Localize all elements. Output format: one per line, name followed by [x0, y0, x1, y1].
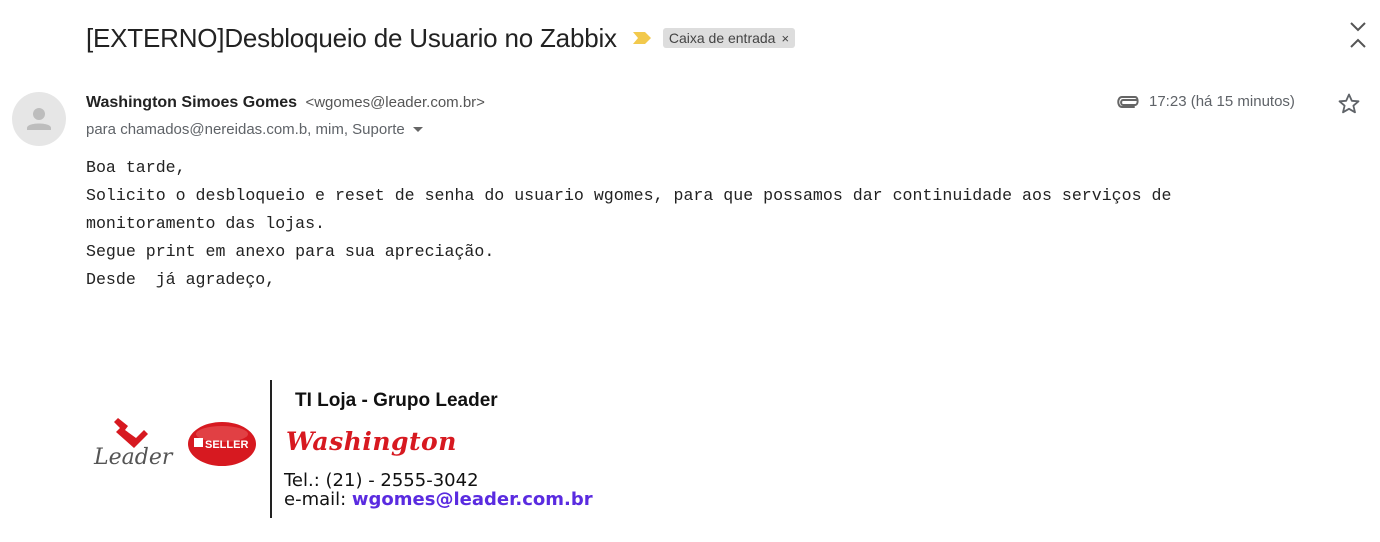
inbox-label-text: Caixa de entrada: [668, 30, 776, 46]
recipients-row[interactable]: para chamados@nereidas.com.b, mim, Supor…: [86, 121, 423, 138]
svg-text:Leader: Leader: [93, 445, 174, 470]
signature-title: TI Loja - Grupo Leader: [295, 390, 498, 411]
recipients-text: para chamados@nereidas.com.b, mim, Supor…: [86, 121, 405, 138]
paperclip-icon: [1117, 95, 1139, 108]
subject-row: [EXTERNO]Desbloqueio de Usuario no Zabbi…: [86, 18, 796, 58]
inbox-label-chip[interactable]: Caixa de entrada ×: [662, 28, 796, 48]
remove-label-icon[interactable]: ×: [781, 31, 789, 46]
body-line: Segue print em anexo para sua apreciação…: [86, 242, 495, 261]
email-subject: [EXTERNO]Desbloqueio de Usuario no Zabbi…: [86, 22, 617, 53]
signature-email-label: e-mail:: [284, 489, 352, 510]
sender-row: Washington Simoes Gomes <wgomes@leader.c…: [86, 94, 485, 112]
leader-logo: Leader: [93, 418, 174, 470]
body-line: Boa tarde,: [86, 158, 186, 177]
expand-collapse-icon[interactable]: [1347, 20, 1369, 50]
signature-email-link[interactable]: wgomes@leader.com.br: [352, 489, 593, 510]
sender-name[interactable]: Washington Simoes Gomes: [86, 94, 297, 111]
signature-name: Washington: [286, 427, 457, 456]
email-body: Boa tarde, Solicito o desbloqueio e reset…: [86, 154, 1171, 294]
email-signature: Leader SELLER TI Loja - Grupo Leader Was…: [86, 378, 686, 523]
signature-divider: [270, 380, 272, 518]
sender-email: <wgomes@leader.com.br>: [305, 94, 485, 111]
svg-text:SELLER: SELLER: [205, 439, 248, 451]
star-icon[interactable]: [1337, 92, 1361, 116]
message-meta: 17:23 (há 15 minutos): [1116, 93, 1295, 110]
sender-avatar[interactable]: [12, 92, 66, 146]
importance-marker-icon[interactable]: [631, 30, 653, 46]
body-line: monitoramento das lojas.: [86, 214, 325, 233]
signature-phone: Tel.: (21) - 2555-3042: [284, 470, 479, 491]
signature-email: e-mail: wgomes@leader.com.br: [284, 489, 593, 510]
seller-logo: SELLER: [188, 422, 256, 466]
show-details-icon[interactable]: [412, 127, 423, 132]
body-line: Solicito o desbloqueio e reset de senha …: [86, 186, 1172, 205]
body-line: Desde já agradeço,: [86, 270, 276, 289]
person-icon: [27, 108, 51, 130]
message-time: 17:23 (há 15 minutos): [1149, 93, 1295, 110]
